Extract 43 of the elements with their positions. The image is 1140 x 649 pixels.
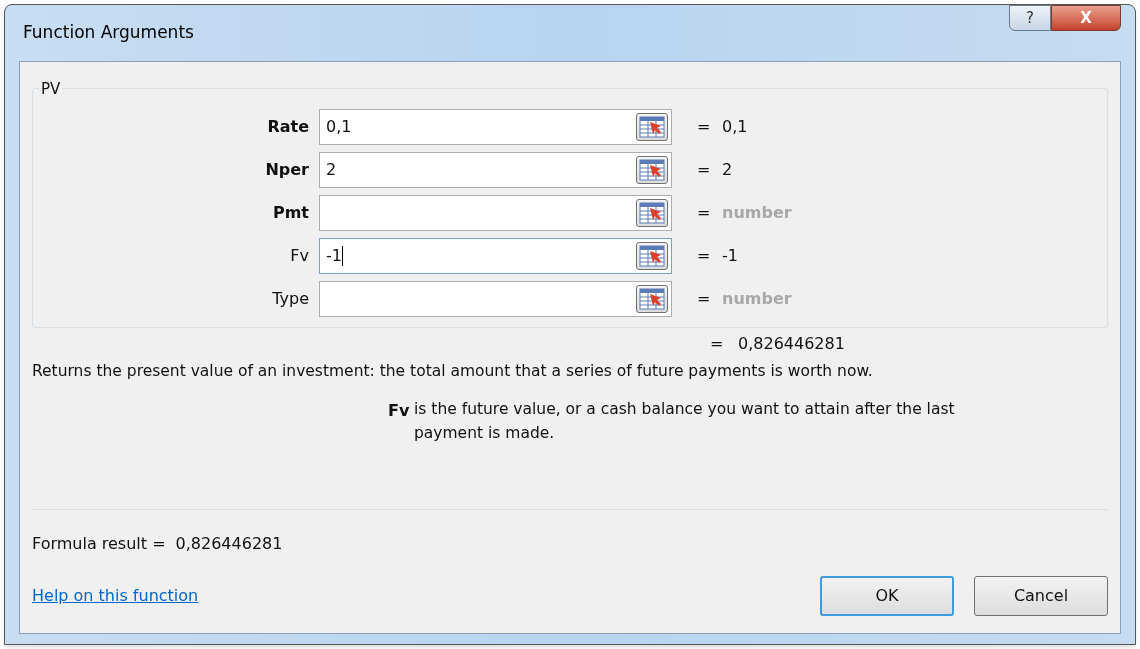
collapse-dialog-button[interactable] bbox=[636, 199, 668, 227]
help-button[interactable]: ? bbox=[1009, 5, 1051, 31]
dialog-button[interactable]: OK bbox=[820, 576, 954, 617]
formula-result-label: Formula result = bbox=[32, 533, 166, 556]
equals-sign: = bbox=[697, 245, 712, 267]
cell-reference-icon bbox=[639, 159, 665, 181]
argument-field[interactable]: 2 bbox=[319, 152, 672, 188]
equals-sign: = bbox=[697, 159, 712, 181]
argument-result: number bbox=[722, 288, 792, 310]
text-cursor bbox=[341, 246, 343, 266]
function-description: Returns the present value of an investment: the total amount that a series of future payments is worth now. bbox=[32, 361, 874, 382]
collapse-dialog-button[interactable] bbox=[636, 113, 668, 141]
argument-label: Fv bbox=[289, 245, 310, 267]
help-link[interactable]: Help on this function bbox=[32, 584, 199, 609]
argument-result: -1 bbox=[722, 245, 738, 267]
argument-help-text: is the future value, or a cash balance you want to attain after the last payment is made. bbox=[414, 399, 956, 445]
collapse-dialog-button[interactable] bbox=[636, 156, 668, 184]
argument-field[interactable]: -1 bbox=[319, 238, 672, 274]
argument-field[interactable] bbox=[319, 281, 672, 317]
argument-help-name: Fv bbox=[388, 400, 411, 423]
argument-field[interactable] bbox=[319, 195, 672, 231]
equals-sign: = bbox=[697, 116, 712, 138]
argument-result: 0,1 bbox=[722, 116, 748, 138]
argument-field[interactable]: 0,1 bbox=[319, 109, 672, 145]
dialog-button[interactable]: Cancel bbox=[974, 576, 1108, 617]
collapse-dialog-button[interactable] bbox=[636, 285, 668, 313]
argument-label: Rate bbox=[266, 116, 310, 138]
argument-label: Type bbox=[271, 288, 310, 310]
formula-result-value: 0,826446281 bbox=[175, 533, 283, 556]
function-result: 0,826446281 bbox=[738, 333, 845, 355]
cell-reference-icon bbox=[639, 245, 665, 267]
equals-sign: = bbox=[710, 333, 725, 355]
window-title: Function Arguments bbox=[22, 21, 194, 45]
argument-result: number bbox=[722, 202, 792, 224]
argument-label: Pmt bbox=[271, 202, 310, 224]
argument-label: Nper bbox=[264, 159, 310, 181]
cell-reference-icon bbox=[639, 202, 665, 224]
equals-sign: = bbox=[697, 202, 712, 224]
cell-reference-icon bbox=[639, 288, 665, 310]
equals-sign: = bbox=[697, 288, 712, 310]
argument-result: 2 bbox=[722, 159, 733, 181]
cell-reference-icon bbox=[639, 116, 665, 138]
collapse-dialog-button[interactable] bbox=[636, 242, 668, 270]
